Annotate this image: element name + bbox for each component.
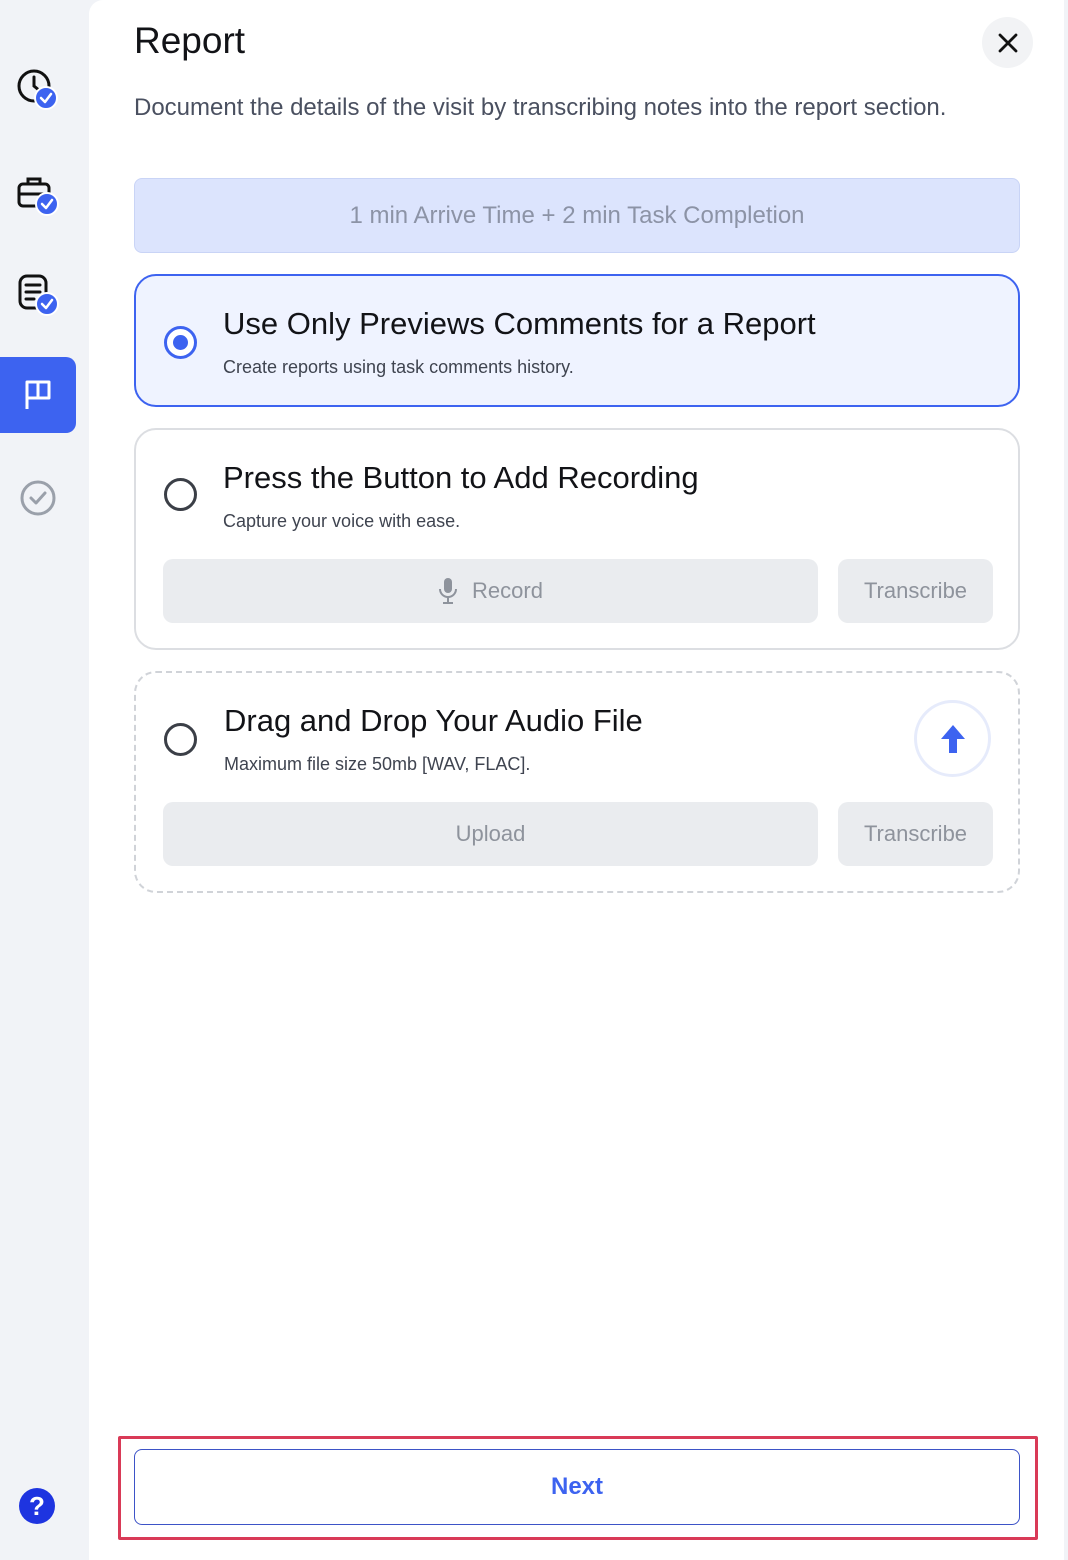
record-button[interactable]: Record — [163, 559, 818, 623]
sidebar-item-time[interactable] — [0, 52, 76, 128]
option-title: Use Only Previews Comments for a Report — [223, 306, 816, 341]
radio-recording[interactable] — [164, 478, 197, 511]
transcribe-label: Transcribe — [863, 821, 968, 846]
option-title: Press the Button to Add Recording — [223, 460, 699, 495]
document-check-icon — [18, 274, 59, 316]
upload-button[interactable]: Upload — [163, 802, 818, 866]
page-description: Document the details of the visit by tra… — [134, 94, 947, 121]
close-button[interactable] — [982, 17, 1033, 68]
transcribe-file-button[interactable]: Transcribe — [838, 802, 993, 866]
radio-previous-comments[interactable] — [164, 326, 197, 359]
option-card-recording[interactable]: Press the Button to Add Recording Captur… — [134, 428, 1020, 650]
check-circle-icon — [20, 480, 56, 516]
radio-audio-file[interactable] — [164, 723, 197, 756]
sidebar-item-complete[interactable] — [0, 460, 76, 536]
sidebar-item-tasks[interactable] — [0, 156, 76, 232]
option-card-previous-comments[interactable]: Use Only Previews Comments for a Report … — [134, 274, 1020, 407]
option-card-audio-file[interactable]: Drag and Drop Your Audio File Maximum fi… — [134, 671, 1020, 893]
upload-file-button[interactable] — [914, 700, 991, 777]
clock-check-icon — [17, 69, 58, 110]
sidebar-item-report[interactable] — [0, 357, 76, 433]
option-subtitle: Maximum file size 50mb [WAV, FLAC]. — [224, 754, 531, 774]
highlight-outline — [118, 1436, 1038, 1540]
flag-icon — [25, 380, 51, 409]
step-sidebar: ? — [0, 0, 88, 1560]
close-icon — [998, 33, 1017, 52]
option-subtitle: Capture your voice with ease. — [223, 511, 461, 531]
page-title: Report — [134, 20, 246, 61]
time-estimate-banner: 1 min Arrive Time + 2 min Task Completio… — [134, 178, 1020, 253]
record-label: Record — [472, 578, 543, 603]
briefcase-check-icon — [17, 177, 59, 216]
option-title: Drag and Drop Your Audio File — [224, 703, 643, 738]
report-panel: Report Document the details of the visit… — [89, 0, 1064, 1560]
option-subtitle: Create reports using task comments histo… — [223, 357, 574, 377]
sidebar-item-notes[interactable] — [0, 256, 76, 332]
upload-label: Upload — [455, 821, 526, 846]
microphone-icon — [439, 578, 458, 604]
transcribe-recording-button[interactable]: Transcribe — [838, 559, 993, 623]
transcribe-label: Transcribe — [863, 578, 968, 603]
help-icon[interactable]: ? — [19, 1488, 55, 1524]
arrow-up-icon — [940, 724, 965, 753]
